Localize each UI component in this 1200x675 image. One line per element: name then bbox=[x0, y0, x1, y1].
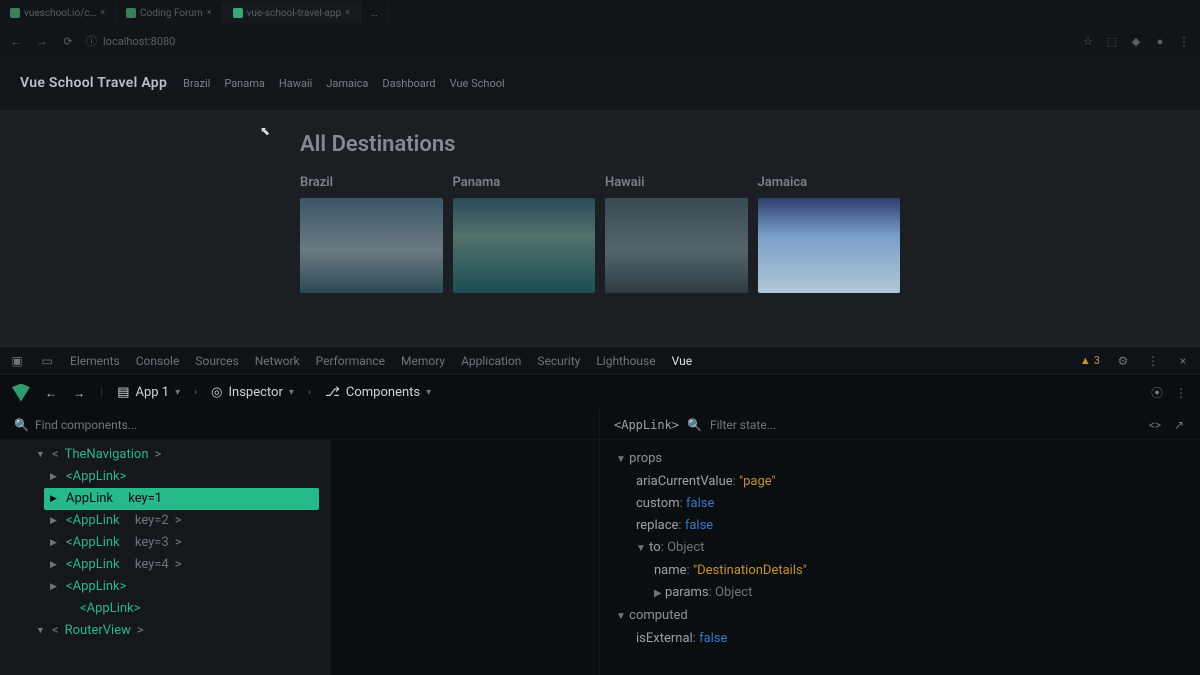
search-icon: 🔍 bbox=[687, 418, 702, 432]
kebab-icon[interactable]: ⋮ bbox=[1174, 386, 1188, 400]
destination-card[interactable]: Panama bbox=[453, 175, 596, 293]
warning-badge[interactable]: ▲ 3 bbox=[1080, 354, 1100, 367]
inspect-element-icon[interactable]: ▣ bbox=[10, 354, 24, 368]
component-state-pane: <AppLink> 🔍 <> ↗ ▼ props ariaCurrentValu… bbox=[600, 410, 1200, 675]
nav-link[interactable]: Jamaica bbox=[326, 77, 368, 90]
devtools-tab-sources[interactable]: Sources bbox=[195, 354, 238, 368]
chevron-down-icon: ▾ bbox=[426, 387, 431, 398]
destination-thumb bbox=[758, 198, 901, 293]
tree-node[interactable]: <AppLink> bbox=[58, 598, 331, 620]
browser-tab[interactable]: vue-school-travel-app× bbox=[223, 3, 362, 23]
component-search[interactable]: 🔍 bbox=[0, 410, 599, 440]
browser-tab[interactable]: Coding Forum× bbox=[116, 3, 223, 23]
tree-node[interactable]: ▶<AppLink key=2> bbox=[44, 510, 331, 532]
page-viewport: Vue School Travel App Brazil Panama Hawa… bbox=[0, 56, 1200, 346]
site-header: Vue School Travel App Brazil Panama Hawa… bbox=[0, 56, 1200, 110]
site-brand[interactable]: Vue School Travel App bbox=[20, 75, 167, 91]
code-icon[interactable]: <> bbox=[1148, 418, 1162, 432]
component-tree[interactable]: ▼<TheNavigation> ▶<AppLink> ▶AppLink key… bbox=[0, 440, 331, 675]
devtools-tab-console[interactable]: Console bbox=[136, 354, 180, 368]
chevron-down-icon: ▾ bbox=[289, 387, 294, 398]
tree-node[interactable]: ▶<AppLink key=3> bbox=[44, 532, 331, 554]
browser-tab-strip: vueschool.io/c…× Coding Forum× vue-schoo… bbox=[0, 0, 1200, 26]
tree-node[interactable]: ▶<AppLink key=4> bbox=[44, 554, 331, 576]
vue-devtools-panes: 🔍 ▼<TheNavigation> ▶<AppLink> ▶AppLink k… bbox=[0, 410, 1200, 675]
avatar-icon[interactable]: ● bbox=[1152, 33, 1168, 49]
favicon-icon bbox=[10, 8, 20, 18]
browser-tab[interactable]: … bbox=[361, 3, 389, 23]
close-icon[interactable]: × bbox=[345, 8, 350, 18]
close-icon[interactable]: × bbox=[100, 8, 105, 18]
components-selector[interactable]: ⎇Components▾ bbox=[325, 385, 431, 400]
tree-node[interactable]: ▶<AppLink> bbox=[44, 466, 331, 488]
close-icon[interactable]: × bbox=[207, 8, 212, 18]
devtools-tab-vue[interactable]: Vue bbox=[672, 354, 692, 368]
component-tree-pane: 🔍 ▼<TheNavigation> ▶<AppLink> ▶AppLink k… bbox=[0, 410, 600, 675]
state-filter-input[interactable] bbox=[710, 418, 1140, 432]
vue-devtools-toolbar: ← → | ▤App 1▾ › ◎Inspector▾ › ⎇Component… bbox=[0, 374, 1200, 410]
site-info-icon[interactable]: ⓘ bbox=[86, 33, 97, 49]
close-icon[interactable]: × bbox=[1176, 354, 1190, 368]
target-icon: ◎ bbox=[211, 385, 222, 400]
devtools-tab-elements[interactable]: Elements bbox=[70, 354, 120, 368]
destination-card[interactable]: Jamaica bbox=[758, 175, 901, 293]
destination-thumb bbox=[453, 198, 596, 293]
device-toolbar-icon[interactable]: ▭ bbox=[40, 354, 54, 368]
chevron-right-icon: › bbox=[194, 387, 197, 398]
back-icon[interactable]: ← bbox=[8, 33, 24, 49]
extensions-icon[interactable]: ⬚ bbox=[1104, 33, 1120, 49]
site-nav: Brazil Panama Hawaii Jamaica Dashboard V… bbox=[183, 77, 505, 90]
devtools-tab-lighthouse[interactable]: Lighthouse bbox=[596, 354, 655, 368]
devtools-tab-application[interactable]: Application bbox=[461, 354, 521, 368]
search-icon: 🔍 bbox=[14, 418, 29, 432]
nav-link[interactable]: Dashboard bbox=[382, 77, 435, 90]
page-title: All Destinations bbox=[300, 132, 900, 157]
chevron-down-icon: ▾ bbox=[175, 387, 180, 398]
nav-link[interactable]: Vue School bbox=[450, 77, 505, 90]
tree-node-selected[interactable]: ▶AppLink key=1 bbox=[44, 488, 319, 510]
bookmark-icon[interactable]: ☆ bbox=[1080, 33, 1096, 49]
menu-icon[interactable]: ⋮ bbox=[1176, 33, 1192, 49]
open-in-editor-icon[interactable]: ↗ bbox=[1172, 418, 1186, 432]
devtools-tab-network[interactable]: Network bbox=[255, 354, 300, 368]
favicon-icon bbox=[126, 8, 136, 18]
forward-icon[interactable]: → bbox=[34, 33, 50, 49]
devtools-tab-performance[interactable]: Performance bbox=[316, 354, 385, 368]
gear-icon[interactable]: ⚙ bbox=[1116, 354, 1130, 368]
destination-card[interactable]: Brazil bbox=[300, 175, 443, 293]
kebab-icon[interactable]: ⋮ bbox=[1146, 354, 1160, 368]
chevron-right-icon: › bbox=[308, 387, 311, 398]
state-inspector[interactable]: ▼ props ariaCurrentValue: "page" custom:… bbox=[600, 440, 1200, 675]
browser-tab[interactable]: vueschool.io/c…× bbox=[0, 3, 116, 23]
tree-node[interactable]: ▶<AppLink> bbox=[44, 576, 331, 598]
extension-icon[interactable]: ◆ bbox=[1128, 33, 1144, 49]
nav-link[interactable]: Brazil bbox=[183, 77, 210, 90]
devtools-tab-memory[interactable]: Memory bbox=[401, 354, 445, 368]
tree-icon: ⎇ bbox=[325, 385, 340, 400]
app-selector[interactable]: ▤App 1▾ bbox=[117, 385, 180, 400]
reload-icon[interactable]: ⟳ bbox=[60, 33, 76, 49]
back-icon[interactable]: ← bbox=[44, 386, 58, 400]
component-search-input[interactable] bbox=[35, 418, 585, 432]
locate-icon[interactable]: ⦿ bbox=[1150, 386, 1164, 400]
destination-thumb bbox=[605, 198, 748, 293]
favicon-icon bbox=[233, 8, 243, 18]
layers-icon: ▤ bbox=[117, 385, 129, 400]
address-field[interactable]: ⓘ localhost:8080 bbox=[86, 33, 1070, 49]
selected-component-label: <AppLink> bbox=[614, 418, 679, 432]
destination-card[interactable]: Hawaii bbox=[605, 175, 748, 293]
inspector-selector[interactable]: ◎Inspector▾ bbox=[211, 385, 294, 400]
destination-thumb bbox=[300, 198, 443, 293]
nav-link[interactable]: Hawaii bbox=[279, 77, 312, 90]
devtools-tabbar: ▣ ▭ Elements Console Sources Network Per… bbox=[0, 346, 1200, 374]
devtools-tab-security[interactable]: Security bbox=[537, 354, 580, 368]
vue-logo-icon bbox=[12, 384, 30, 402]
browser-toolbar: ← → ⟳ ⓘ localhost:8080 ☆ ⬚ ◆ ● ⋮ bbox=[0, 26, 1200, 56]
forward-icon[interactable]: → bbox=[72, 386, 86, 400]
nav-link[interactable]: Panama bbox=[224, 77, 265, 90]
